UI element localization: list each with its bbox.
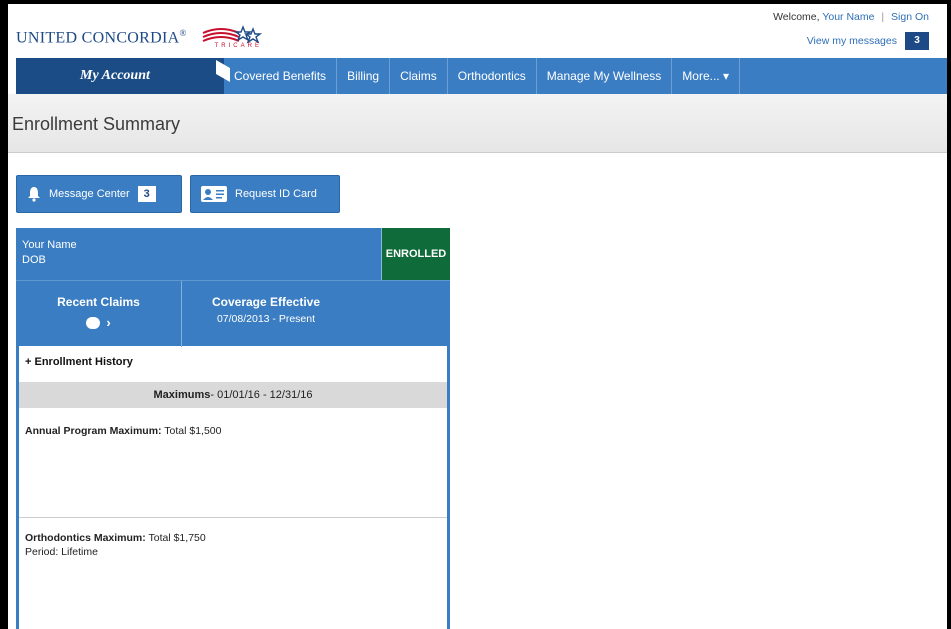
nav-manage-my-wellness[interactable]: Manage My Wellness <box>537 58 673 94</box>
tricare-wordmark: TRICARE <box>214 43 262 49</box>
orthodontics-maximum-row: Orthodontics Maximum: Total $1,750 Perio… <box>25 531 206 559</box>
nav-my-account[interactable]: My Account <box>16 58 230 94</box>
message-center-button[interactable]: Message Center 3 <box>16 175 182 213</box>
member-info: Your Name DOB <box>22 238 77 268</box>
united-concordia-logo[interactable]: UNITED CONCORDIA® <box>16 28 187 47</box>
brand-text: UNITED CONCORDIA <box>16 29 180 47</box>
member-name: Your Name <box>22 239 77 251</box>
id-card-icon <box>201 186 227 202</box>
maximums-label: Maximums <box>153 389 211 401</box>
app-window: UNITED CONCORDIA® TRICARE Welcome, Your … <box>8 4 947 629</box>
nav-billing[interactable]: Billing <box>337 58 391 94</box>
user-area: Welcome, Your Name | Sign On View my mes… <box>773 10 929 50</box>
logo-area: UNITED CONCORDIA® TRICARE <box>16 18 263 58</box>
enrollment-status-badge: ENROLLED <box>381 228 450 280</box>
chevron-right-icon[interactable]: › <box>106 315 110 330</box>
enrollment-card: Your Name DOB ENROLLED Recent Claims › C… <box>16 228 450 629</box>
message-center-label: Message Center <box>49 188 130 200</box>
bell-icon <box>28 187 40 202</box>
nav-claims[interactable]: Claims <box>390 58 448 94</box>
enrollment-history-label: Enrollment History <box>34 356 133 368</box>
orthodontics-period: Period: Lifetime <box>25 546 98 558</box>
member-summary: Recent Claims › Coverage Effective 07/08… <box>16 280 450 347</box>
sign-on-link[interactable]: Sign On <box>891 11 929 23</box>
maximums-header: Maximums - 01/01/16 - 12/31/16 <box>19 382 447 408</box>
claims-status-icon <box>86 316 101 329</box>
request-id-card-label: Request ID Card <box>235 188 317 200</box>
maximums-range: - 01/01/16 - 12/31/16 <box>210 389 313 401</box>
annual-maximum-label: Annual Program Maximum: <box>25 425 162 437</box>
user-name-link[interactable]: Your Name <box>822 11 874 23</box>
orthodontics-maximum-value: Total $1,750 <box>148 532 206 544</box>
member-header: Your Name DOB ENROLLED <box>16 228 450 280</box>
request-id-card-button[interactable]: Request ID Card <box>190 175 340 213</box>
enrollment-history-toggle[interactable]: + Enrollment History <box>25 356 133 368</box>
nav-orthodontics[interactable]: Orthodontics <box>448 58 537 94</box>
welcome-label: Welcome, <box>773 11 820 23</box>
page-header-band: Enrollment Summary <box>8 94 947 153</box>
coverage-effective-date: 07/08/2013 - Present <box>216 313 316 325</box>
nav-my-account-label: My Account <box>80 68 150 83</box>
orthodontics-maximum-label: Orthodontics Maximum: <box>25 532 146 544</box>
main-nav: My Account Covered Benefits Billing Clai… <box>16 58 947 94</box>
separator: | <box>881 11 885 23</box>
member-dob: DOB <box>22 254 46 266</box>
recent-claims-label: Recent Claims <box>57 295 140 309</box>
brand-registered-mark: ® <box>179 28 187 39</box>
message-count-badge[interactable]: 3 <box>905 32 929 50</box>
view-messages-link[interactable]: View my messages <box>807 34 897 49</box>
nav-covered-benefits[interactable]: Covered Benefits <box>224 58 338 94</box>
plus-icon: + <box>25 356 32 368</box>
annual-maximum-value: Total $1,500 <box>164 425 222 437</box>
tricare-logo: TRICARE <box>201 23 263 53</box>
page-title: Enrollment Summary <box>12 114 181 134</box>
coverage-effective-label: Coverage Effective <box>211 295 321 309</box>
divider <box>19 517 447 518</box>
message-center-count-badge: 3 <box>137 186 156 202</box>
coverage-effective-panel: Coverage Effective 07/08/2013 - Present <box>182 281 350 347</box>
nav-more-dropdown[interactable]: More... ▾ <box>672 58 740 94</box>
annual-maximum-row: Annual Program Maximum: Total $1,500 <box>25 425 221 437</box>
recent-claims-panel[interactable]: Recent Claims › <box>16 281 182 347</box>
